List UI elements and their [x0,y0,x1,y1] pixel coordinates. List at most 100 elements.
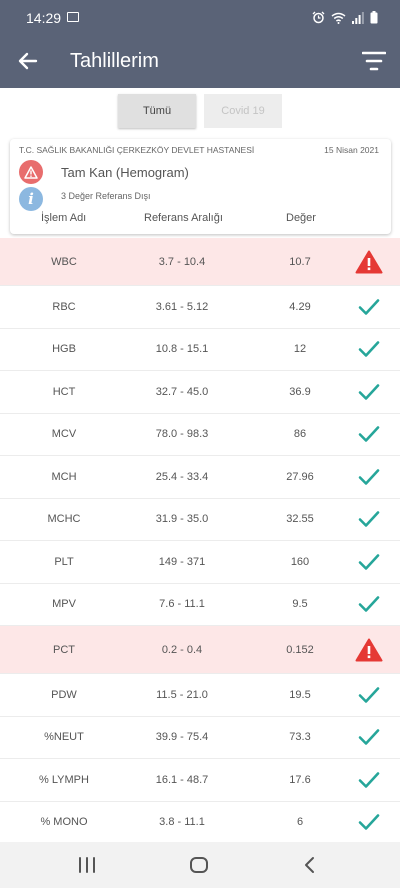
result-row-wbc[interactable]: WBC 3.7 - 10.4 10.7 [0,238,400,286]
result-name: %NEUT [44,731,84,744]
result-row-mcv[interactable]: MCV 78.0 - 98.3 86 [0,414,400,456]
filter-tabs: Tümü Covid 19 [118,94,282,128]
check-icon [355,465,383,489]
result-reference-range: 3.61 - 5.12 [155,300,209,313]
result-reference-range: 7.6 - 11.1 [159,598,205,611]
warning-icon [19,160,43,184]
result-row-lymph[interactable]: % LYMPH 16.1 - 48.7 17.6 [0,759,400,802]
result-row-hgb[interactable]: HGB 10.8 - 15.1 12 [0,329,400,371]
result-row-neut[interactable]: %NEUT 39.9 - 75.4 73.3 [0,717,400,759]
page-title: Tahlillerim [70,50,159,72]
result-value: 0.152 [286,643,314,656]
result-reference-range: 149 - 371 [158,555,206,568]
home-icon[interactable] [187,855,211,875]
filter-icon[interactable] [362,50,386,72]
result-reference-range: 3.7 - 10.4 [158,255,206,268]
result-name: MCHC [47,513,81,526]
result-reference-range: 10.8 - 15.1 [155,343,209,356]
check-icon [355,507,383,531]
result-value: 19.5 [289,688,311,701]
battery-icon [370,11,378,24]
result-name: WBC [51,255,77,268]
info-icon: i [19,187,43,211]
result-name: MCV [51,428,77,441]
check-icon [355,422,383,446]
result-value: 160 [290,555,310,568]
result-row-hct[interactable]: HCT 32.7 - 45.0 36.9 [0,371,400,414]
result-row-rbc[interactable]: RBC 3.61 - 5.12 4.29 [0,286,400,329]
result-name: HGB [52,343,76,356]
result-row-pdw[interactable]: PDW 11.5 - 21.0 19.5 [0,674,400,717]
result-name: % LYMPH [39,773,89,786]
check-icon [355,725,383,749]
status-icons [312,11,378,24]
result-name: MCH [51,470,77,483]
check-icon [355,683,383,707]
result-name: MPV [52,598,76,611]
result-name: % MONO [40,816,88,829]
check-icon [355,295,383,319]
status-bar: 14:29 [0,0,400,34]
warning-triangle-icon [355,638,383,662]
result-reference-range: 3.8 - 11.1 [159,816,205,829]
column-header-value: Değer [286,212,316,224]
result-reference-range: 39.9 - 75.4 [155,731,209,744]
alarm-icon [312,11,325,24]
test-name: Tam Kan (Hemogram) [61,165,189,180]
result-reference-range: 25.4 - 33.4 [155,470,209,483]
result-reference-range: 78.0 - 98.3 [155,428,209,441]
check-icon [355,768,383,792]
navigation-bar [0,842,400,888]
check-icon [355,592,383,616]
result-value: 73.3 [289,731,311,744]
result-reference-range: 31.9 - 35.0 [155,513,209,526]
wifi-icon [331,12,346,24]
result-row-mchc[interactable]: MCHC 31.9 - 35.0 32.55 [0,499,400,541]
result-value: 4.29 [289,300,311,313]
signal-icon [352,11,364,24]
result-name: PCT [53,643,75,656]
result-name: RBC [52,300,76,313]
check-icon [355,550,383,574]
result-reference-range: 16.1 - 48.7 [155,773,209,786]
recent-apps-icon[interactable] [75,855,99,875]
tab-covid19[interactable]: Covid 19 [204,94,282,128]
result-name: PLT [54,555,74,568]
result-value: 27.96 [286,470,314,483]
result-value: 32.55 [286,513,314,526]
result-reference-range: 0.2 - 0.4 [161,643,203,656]
back-icon[interactable] [298,855,322,875]
result-value: 17.6 [289,773,311,786]
result-reference-range: 11.5 - 21.0 [156,688,208,701]
result-row-mono[interactable]: % MONO 3.8 - 11.1 6 [0,802,400,844]
result-name: HCT [52,385,76,398]
check-icon [355,380,383,404]
result-value: 10.7 [289,255,311,268]
check-icon [355,337,383,361]
back-arrow-icon[interactable] [16,49,40,73]
column-header-name: İşlem Adı [41,212,87,224]
hospital-name: T.C. SAĞLIK BAKANLIĞI ÇERKEZKÖY DEVLET H… [19,145,255,155]
column-header-range: Referans Aralığı [144,212,223,224]
result-row-pct[interactable]: PCT 0.2 - 0.4 0.152 [0,626,400,674]
result-value: 12 [293,343,307,356]
result-row-plt[interactable]: PLT 149 - 371 160 [0,541,400,584]
result-row-mpv[interactable]: MPV 7.6 - 11.1 9.5 [0,584,400,626]
result-value: 9.5 [292,598,308,611]
test-date: 15 Nisan 2021 [324,145,379,155]
status-time: 14:29 [26,10,62,26]
result-value: 86 [293,428,307,441]
out-of-range-count: 3 Değer Referans Dışı [61,191,151,201]
tab-all[interactable]: Tümü [118,94,196,128]
results-list: WBC 3.7 - 10.4 10.7 RBC 3.61 - 5.12 4.29 HGB 10… [0,238,400,844]
app-bar: Tahlillerim [0,34,400,88]
result-name: PDW [51,688,77,701]
result-value: 6 [296,816,304,829]
check-icon [355,810,383,834]
result-reference-range: 32.7 - 45.0 [155,385,209,398]
test-summary-card[interactable]: T.C. SAĞLIK BAKANLIĞI ÇERKEZKÖY DEVLET H… [10,139,391,234]
gallery-icon [67,12,79,22]
warning-triangle-icon [355,250,383,274]
result-row-mch[interactable]: MCH 25.4 - 33.4 27.96 [0,456,400,499]
result-value: 36.9 [289,385,311,398]
